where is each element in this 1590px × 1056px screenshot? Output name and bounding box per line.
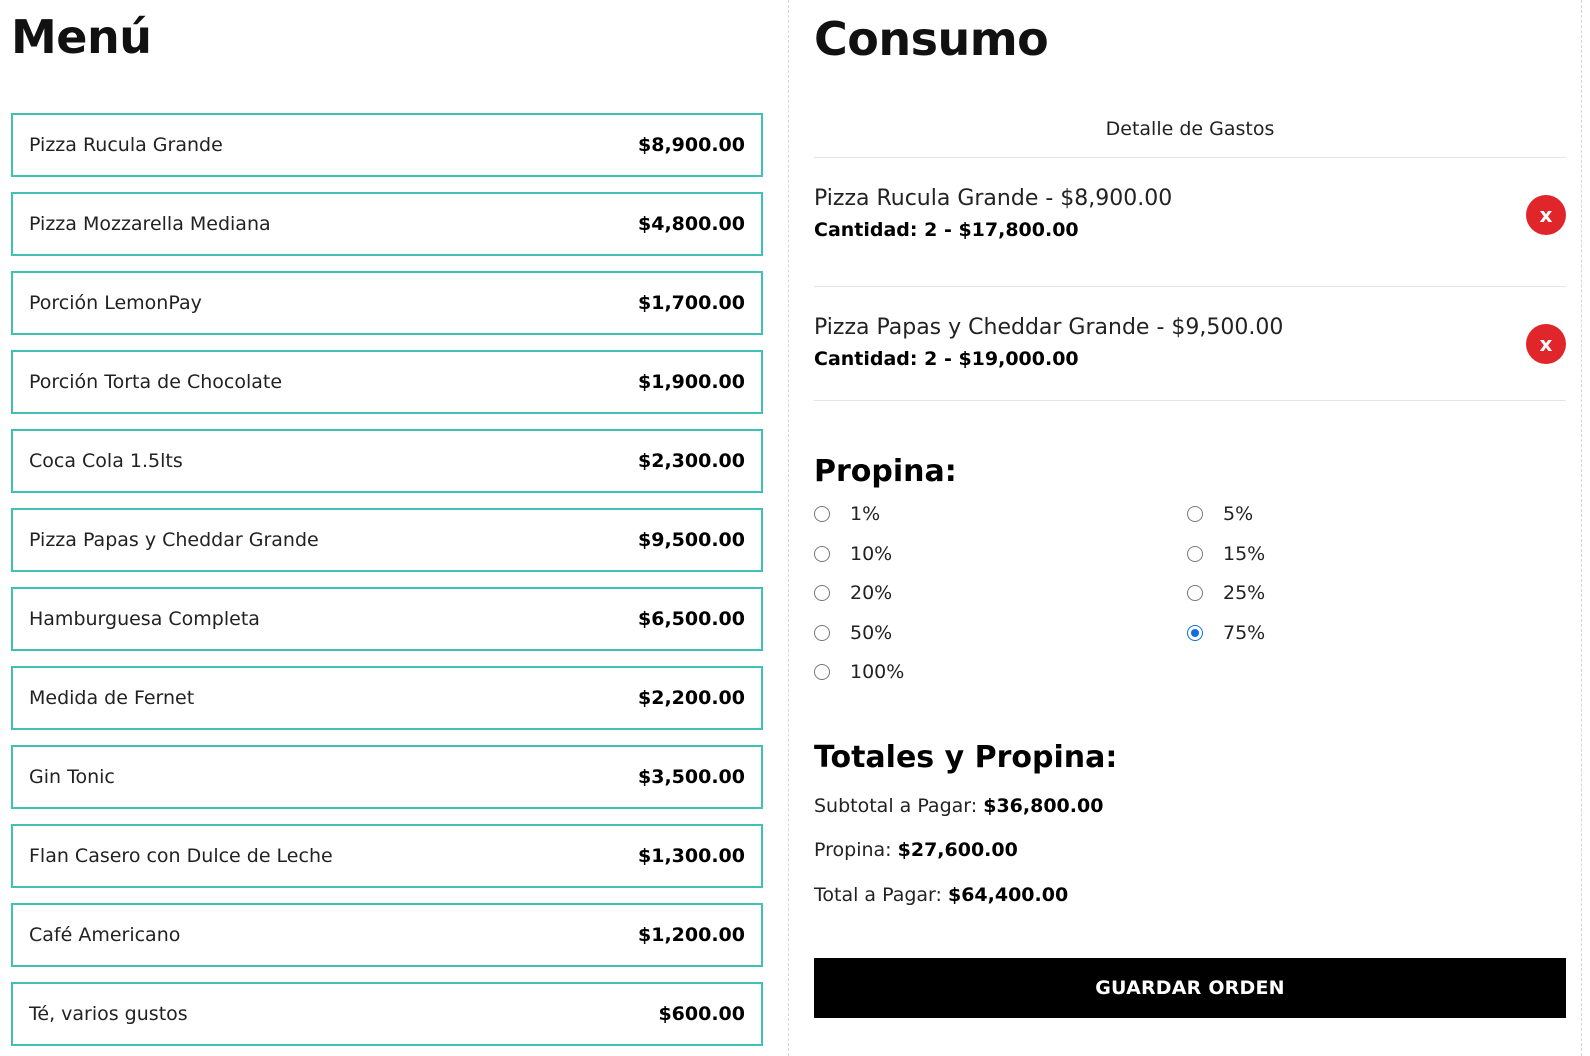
menu-item[interactable]: Gin Tonic $3,500.00 xyxy=(11,745,763,809)
propina-title: Propina: xyxy=(814,454,957,489)
tip-label: 10% xyxy=(850,543,893,565)
tip-label: 15% xyxy=(1223,543,1266,565)
tip-label: 20% xyxy=(850,582,893,604)
tip-option-5[interactable]: 5% xyxy=(1187,503,1253,525)
radio-button-selected[interactable] xyxy=(1187,625,1203,641)
propina-value: $27,600.00 xyxy=(897,839,1018,861)
menu-item-name: Porción Torta de Chocolate xyxy=(29,371,283,393)
menu-item-price: $1,700.00 xyxy=(638,292,745,314)
menu-item-price: $1,200.00 xyxy=(638,924,745,946)
menu-item-name: Pizza Mozzarella Mediana xyxy=(29,213,271,235)
subtotal-label: Subtotal a Pagar: xyxy=(814,795,978,817)
menu-item-name: Hamburguesa Completa xyxy=(29,608,260,630)
total-label: Total a Pagar: xyxy=(814,884,942,906)
right-edge-divider xyxy=(1581,0,1582,1056)
propina-line: Propina: $27,600.00 xyxy=(814,839,1018,861)
menu-item[interactable]: Hamburguesa Completa $6,500.00 xyxy=(11,587,763,651)
menu-item[interactable]: Pizza Rucula Grande $8,900.00 xyxy=(11,113,763,177)
menu-item[interactable]: Coca Cola 1.5lts $2,300.00 xyxy=(11,429,763,493)
menu-item-name: Té, varios gustos xyxy=(29,1003,188,1025)
order-item-title: Pizza Rucula Grande - $8,900.00 xyxy=(814,186,1173,211)
tip-option-1[interactable]: 1% xyxy=(814,503,880,525)
tip-option-75[interactable]: 75% xyxy=(1187,622,1265,644)
remove-item-button[interactable]: x xyxy=(1526,195,1566,235)
radio-button[interactable] xyxy=(814,625,830,641)
tip-option-100[interactable]: 100% xyxy=(814,661,904,683)
order-item-title: Pizza Papas y Cheddar Grande - $9,500.00 xyxy=(814,315,1284,340)
tip-option-20[interactable]: 20% xyxy=(814,582,892,604)
radio-button[interactable] xyxy=(814,585,830,601)
menu-list: Pizza Rucula Grande $8,900.00 Pizza Mozz… xyxy=(11,113,763,1056)
menu-item-name: Café Americano xyxy=(29,924,181,946)
tip-option-10[interactable]: 10% xyxy=(814,543,892,565)
menu-item-price: $8,900.00 xyxy=(638,134,745,156)
tip-label: 50% xyxy=(850,622,893,644)
divider xyxy=(814,157,1566,158)
order-item-quantity: Cantidad: 2 - $19,000.00 xyxy=(814,348,1079,370)
menu-item-name: Pizza Rucula Grande xyxy=(29,134,223,156)
menu-item[interactable]: Porción Torta de Chocolate $1,900.00 xyxy=(11,350,763,414)
menu-item[interactable]: Café Americano $1,200.00 xyxy=(11,903,763,967)
menu-panel: Menú Pizza Rucula Grande $8,900.00 Pizza… xyxy=(0,0,788,1056)
propina-label: Propina: xyxy=(814,839,892,861)
tip-label: 25% xyxy=(1223,582,1266,604)
tip-option-15[interactable]: 15% xyxy=(1187,543,1265,565)
menu-item-name: Porción LemonPay xyxy=(29,292,202,314)
menu-item-price: $9,500.00 xyxy=(638,529,745,551)
menu-item-name: Gin Tonic xyxy=(29,766,115,788)
radio-button[interactable] xyxy=(814,506,830,522)
divider xyxy=(814,286,1566,287)
menu-item-price: $1,300.00 xyxy=(638,845,745,867)
order-item-quantity: Cantidad: 2 - $17,800.00 xyxy=(814,219,1079,241)
remove-item-button[interactable]: x xyxy=(1526,324,1566,364)
menu-item-name: Medida de Fernet xyxy=(29,687,195,709)
menu-item-price: $4,800.00 xyxy=(638,213,745,235)
tip-option-50[interactable]: 50% xyxy=(814,622,892,644)
menu-item-price: $3,500.00 xyxy=(638,766,745,788)
subtotal-line: Subtotal a Pagar: $36,800.00 xyxy=(814,795,1103,817)
totales-title: Totales y Propina: xyxy=(814,740,1118,775)
order-item: Pizza Rucula Grande - $8,900.00 Cantidad… xyxy=(814,186,1566,246)
radio-button[interactable] xyxy=(1187,546,1203,562)
tip-label: 1% xyxy=(850,503,881,525)
menu-item-price: $2,200.00 xyxy=(638,687,745,709)
consumo-title: Consumo xyxy=(814,12,1049,66)
menu-item[interactable]: Pizza Papas y Cheddar Grande $9,500.00 xyxy=(11,508,763,572)
tip-label: 75% xyxy=(1223,622,1266,644)
total-line: Total a Pagar: $64,400.00 xyxy=(814,884,1068,906)
detalle-header: Detalle de Gastos xyxy=(1105,118,1275,140)
menu-item-name: Flan Casero con Dulce de Leche xyxy=(29,845,333,867)
radio-button[interactable] xyxy=(1187,506,1203,522)
subtotal-value: $36,800.00 xyxy=(983,795,1104,817)
tip-label: 5% xyxy=(1223,503,1254,525)
consumo-panel: Consumo Detalle de Gastos Pizza Rucula G… xyxy=(788,0,1590,1056)
menu-item-name: Pizza Papas y Cheddar Grande xyxy=(29,529,319,551)
radio-button[interactable] xyxy=(1187,585,1203,601)
tip-label: 100% xyxy=(850,661,905,683)
menu-item-price: $2,300.00 xyxy=(638,450,745,472)
tip-option-25[interactable]: 25% xyxy=(1187,582,1265,604)
save-order-button[interactable]: GUARDAR ORDEN xyxy=(814,958,1566,1018)
total-value: $64,400.00 xyxy=(947,884,1069,906)
order-item: Pizza Papas y Cheddar Grande - $9,500.00… xyxy=(814,315,1566,375)
menu-item[interactable]: Té, varios gustos $600.00 xyxy=(11,982,763,1046)
menu-item-price: $1,900.00 xyxy=(638,371,745,393)
menu-item[interactable]: Flan Casero con Dulce de Leche $1,300.00 xyxy=(11,824,763,888)
radio-button[interactable] xyxy=(814,664,830,680)
menu-item[interactable]: Pizza Mozzarella Mediana $4,800.00 xyxy=(11,192,763,256)
menu-item[interactable]: Medida de Fernet $2,200.00 xyxy=(11,666,763,730)
menu-title: Menú xyxy=(11,10,152,64)
menu-item-name: Coca Cola 1.5lts xyxy=(29,450,183,472)
menu-item-price: $600.00 xyxy=(658,1003,745,1025)
divider xyxy=(814,400,1566,401)
menu-item[interactable]: Porción LemonPay $1,700.00 xyxy=(11,271,763,335)
radio-button[interactable] xyxy=(814,546,830,562)
menu-item-price: $6,500.00 xyxy=(638,608,745,630)
